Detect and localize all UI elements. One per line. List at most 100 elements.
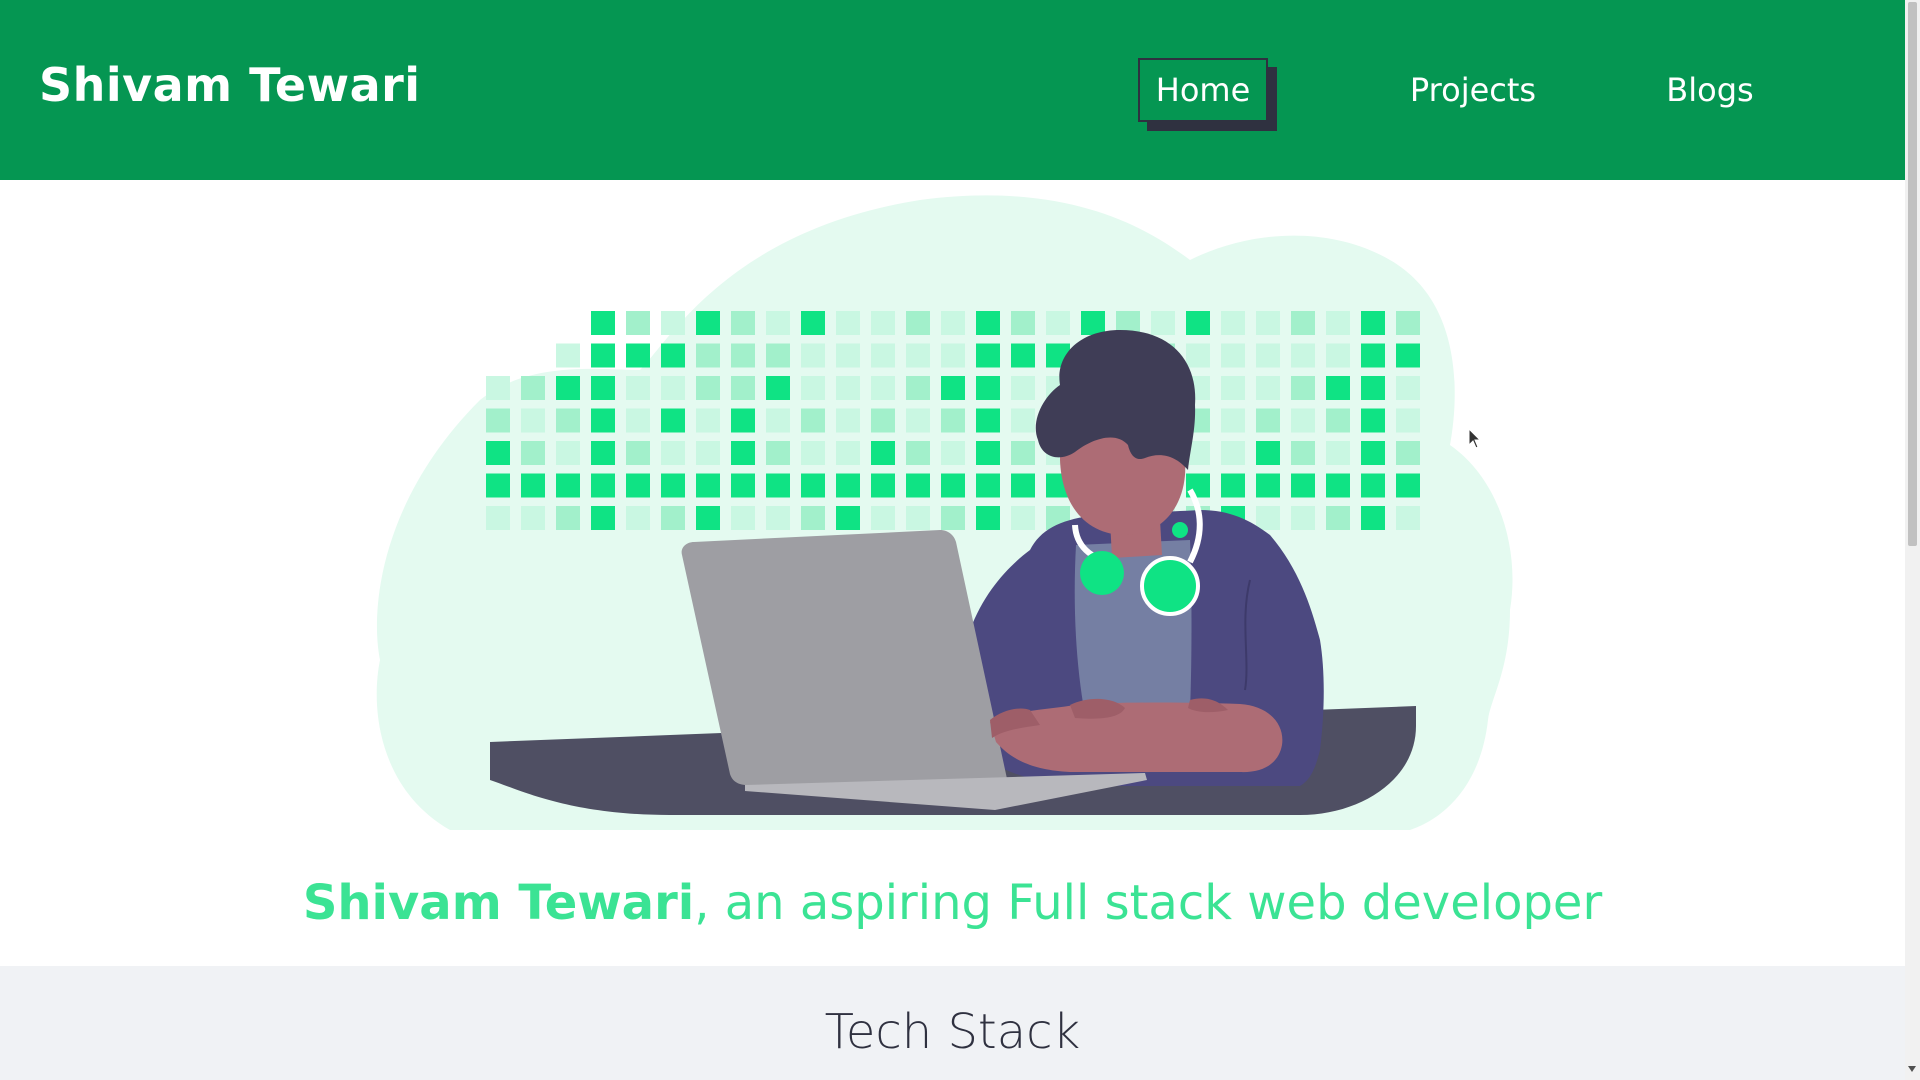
contribution-cell <box>1186 343 1210 368</box>
contribution-cell <box>1361 473 1385 498</box>
contribution-cell <box>591 343 615 368</box>
contribution-cell <box>1011 408 1035 433</box>
site-brand[interactable]: Shivam Tewari <box>39 50 421 120</box>
navbar: Shivam Tewari Home Projects Blogs <box>0 0 1905 180</box>
contribution-cell <box>906 376 930 400</box>
contribution-cell <box>1396 441 1420 465</box>
contribution-cell <box>731 473 755 498</box>
contribution-cell <box>871 408 895 433</box>
contribution-cell <box>1011 441 1035 465</box>
contribution-cell <box>941 343 965 368</box>
contribution-cell <box>766 343 790 368</box>
contribution-cell <box>556 408 580 433</box>
nav-blogs-link[interactable]: Blogs <box>1650 58 1770 122</box>
contribution-cell <box>976 441 1000 465</box>
contribution-cell <box>696 506 720 530</box>
contribution-cell <box>661 441 685 465</box>
contribution-cell <box>1326 343 1350 368</box>
page-content: Shivam Tewari Home Projects Blogs Shivam… <box>0 0 1905 1080</box>
contribution-cell <box>1011 473 1035 498</box>
nav-projects-link[interactable]: Projects <box>1400 58 1546 122</box>
contribution-cell <box>871 441 895 465</box>
contribution-cell <box>1291 473 1315 498</box>
contribution-cell <box>976 408 1000 433</box>
contribution-cell <box>486 408 510 433</box>
contribution-cell <box>1291 506 1315 530</box>
contribution-cell <box>626 441 650 465</box>
contribution-cell <box>626 311 650 335</box>
contribution-cell <box>766 473 790 498</box>
contribution-cell <box>626 376 650 400</box>
contribution-cell <box>731 376 755 400</box>
contribution-cell <box>1396 343 1420 368</box>
contribution-cell <box>1396 376 1420 400</box>
contribution-cell <box>521 473 545 498</box>
contribution-cell <box>696 473 720 498</box>
contribution-cell <box>871 506 895 530</box>
contribution-grid <box>486 311 1420 530</box>
contribution-cell <box>731 311 755 335</box>
contribution-cell <box>661 343 685 368</box>
contribution-cell <box>1186 311 1210 335</box>
contribution-cell <box>731 343 755 368</box>
contribution-cell <box>836 473 860 498</box>
contribution-cell <box>1291 376 1315 400</box>
contribution-cell <box>766 408 790 433</box>
tagline-name: Shivam Tewari <box>302 875 695 931</box>
contribution-cell <box>1361 408 1385 433</box>
contribution-cell <box>1221 408 1245 433</box>
contribution-cell <box>661 311 685 335</box>
contribution-cell <box>1291 441 1315 465</box>
contribution-cell <box>1396 311 1420 335</box>
contribution-cell <box>976 311 1000 335</box>
contribution-cell <box>976 343 1000 368</box>
contribution-cell <box>1221 441 1245 465</box>
tagline-rest: , an aspiring Full stack web developer <box>694 875 1603 931</box>
contribution-cell <box>556 441 580 465</box>
mouse-cursor-icon <box>1468 428 1482 449</box>
contribution-cell <box>696 376 720 400</box>
contribution-cell <box>766 506 790 530</box>
contribution-cell <box>801 473 825 498</box>
contribution-cell <box>1326 473 1350 498</box>
contribution-cell <box>1256 343 1280 368</box>
contribution-cell <box>871 376 895 400</box>
contribution-cell <box>591 441 615 465</box>
scrollbar-thumb[interactable] <box>1908 2 1917 546</box>
page-scrollbar[interactable] <box>1905 0 1920 1080</box>
contribution-cell <box>1326 311 1350 335</box>
contribution-cell <box>1396 506 1420 530</box>
contribution-cell <box>1361 376 1385 400</box>
contribution-cell <box>906 506 930 530</box>
contribution-cell <box>906 441 930 465</box>
scroll-down-arrow-icon[interactable] <box>1908 1066 1916 1072</box>
contribution-cell <box>661 408 685 433</box>
contribution-cell <box>976 376 1000 400</box>
contribution-cell <box>871 311 895 335</box>
nav-home-link[interactable]: Home <box>1138 58 1268 122</box>
contribution-cell <box>591 473 615 498</box>
headphone-left-cup <box>1080 551 1124 595</box>
contribution-cell <box>1361 441 1385 465</box>
contribution-cell <box>941 441 965 465</box>
contribution-cell <box>1011 376 1035 400</box>
contribution-cell <box>1326 441 1350 465</box>
contribution-cell <box>941 473 965 498</box>
contribution-cell <box>1291 311 1315 335</box>
contribution-cell <box>1256 376 1280 400</box>
contribution-cell <box>1396 408 1420 433</box>
tech-stack-section: Tech Stack <box>0 966 1905 1080</box>
contribution-cell <box>871 473 895 498</box>
contribution-cell <box>626 408 650 433</box>
contribution-cell <box>556 506 580 530</box>
contribution-cell <box>661 506 685 530</box>
contribution-cell <box>941 376 965 400</box>
contribution-cell <box>766 376 790 400</box>
contribution-cell <box>486 441 510 465</box>
contribution-cell <box>1256 506 1280 530</box>
contribution-cell <box>801 376 825 400</box>
contribution-cell <box>836 408 860 433</box>
contribution-cell <box>661 473 685 498</box>
contribution-cell <box>556 343 580 368</box>
page: Shivam Tewari Home Projects Blogs Shivam… <box>0 0 1920 1080</box>
